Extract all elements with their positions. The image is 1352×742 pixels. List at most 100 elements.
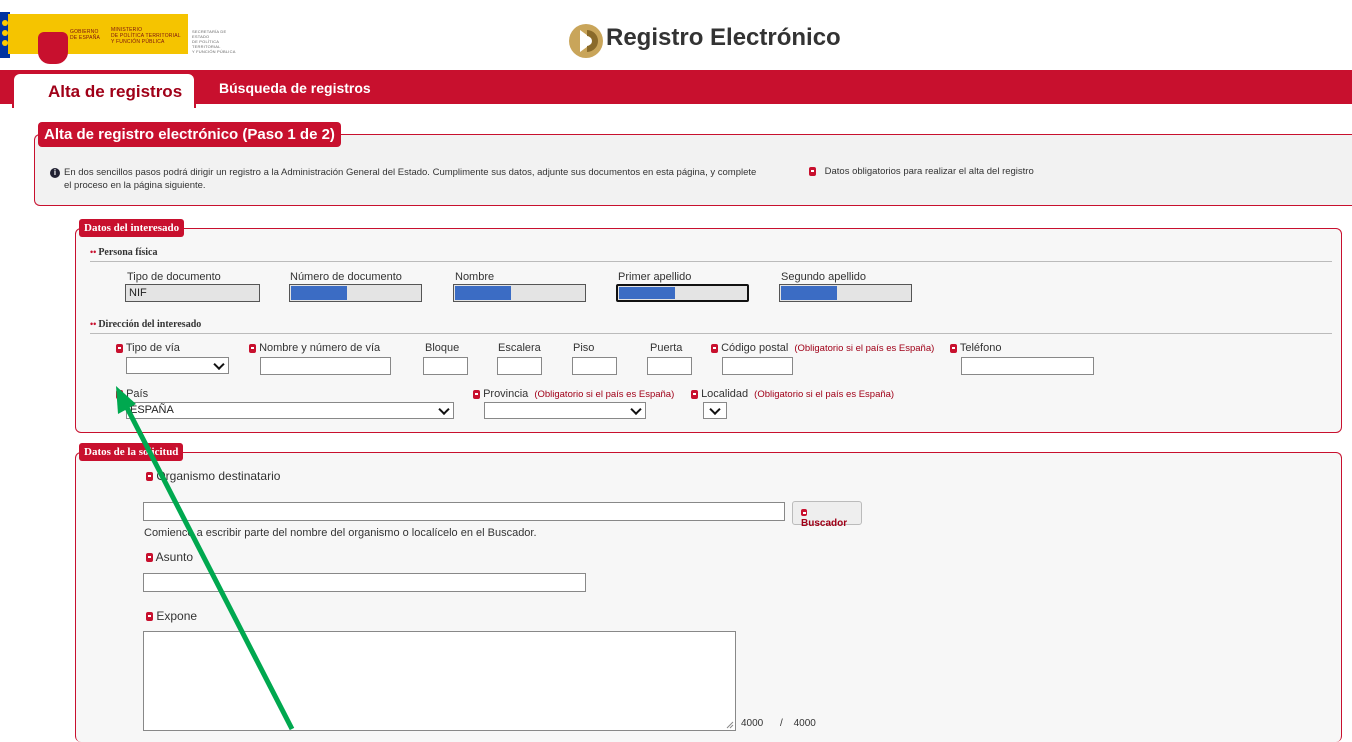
chevron-down-icon — [438, 403, 450, 415]
government-logo: GOBIERNO DE ESPAÑA MINISTERIO DE POLÍTIC… — [0, 0, 240, 64]
required-icon — [473, 389, 480, 399]
bloque-label: Bloque — [425, 342, 460, 354]
nombre-field[interactable] — [453, 284, 586, 302]
required-icon — [809, 166, 816, 176]
panel-interesado-title: Datos del interesado — [79, 219, 185, 237]
secretary-text: SECRETARÍA DE ESTADO DE POLÍTICA TERRITO… — [192, 29, 240, 54]
divider — [90, 261, 1332, 262]
persona-fisica-heading: •• Persona física — [90, 247, 158, 258]
organismo-text: Organismo destinatario — [156, 469, 281, 483]
provincia-select[interactable] — [484, 402, 646, 419]
info-line-2: el proceso en la página siguiente. — [64, 180, 206, 191]
pais-text: País — [126, 388, 149, 400]
piso-input[interactable] — [572, 357, 617, 375]
nombre-via-text: Nombre y número de vía — [259, 342, 381, 354]
secretary-line-1: SECRETARÍA DE ESTADO — [192, 29, 227, 39]
localidad-label: Localidad (Obligatorio si el país es Espa… — [691, 388, 894, 400]
required-icon — [116, 389, 123, 399]
required-icon — [146, 472, 153, 482]
pais-value: ESPAÑA — [130, 404, 174, 416]
segundo-apellido-field[interactable] — [779, 284, 912, 302]
gov-text: GOBIERNO DE ESPAÑA — [70, 29, 100, 41]
nombre-via-input[interactable] — [260, 357, 391, 375]
secretary-line-3: Y FUNCIÓN PÚBLICA — [192, 49, 236, 54]
main-navbar — [0, 70, 1352, 104]
telefono-input[interactable] — [961, 357, 1094, 375]
counter-separator: / — [780, 718, 783, 729]
chevron-down-icon — [630, 403, 642, 415]
localidad-select[interactable] — [703, 402, 727, 419]
expone-textarea[interactable] — [143, 631, 736, 731]
buscador-label: Buscador — [801, 518, 848, 529]
expone-text: Expone — [156, 609, 198, 623]
primer-apellido-field[interactable] — [616, 284, 749, 302]
telefono-label: Teléfono — [950, 342, 1001, 354]
expone-label: Expone — [146, 609, 197, 623]
direccion-label: Dirección del interesado — [98, 319, 202, 330]
required-icon — [146, 553, 153, 563]
codigo-postal-text: Código postal — [721, 342, 789, 354]
tab-busqueda-registros[interactable]: Búsqueda de registros — [219, 80, 371, 96]
persona-fisica-label: Persona física — [98, 247, 158, 258]
registro-logo-icon — [569, 24, 603, 58]
bloque-input[interactable] — [423, 357, 468, 375]
asunto-input[interactable] — [143, 573, 586, 592]
gov-line-2: DE ESPAÑA — [70, 35, 101, 41]
codigo-postal-input[interactable] — [722, 357, 793, 375]
counter-total: 4000 — [793, 718, 816, 729]
required-icon — [249, 343, 256, 353]
pais-select[interactable]: ESPAÑA — [126, 402, 454, 419]
gobierno-espana-block: GOBIERNO DE ESPAÑA MINISTERIO DE POLÍTIC… — [8, 14, 188, 64]
numero-documento-field[interactable] — [289, 284, 422, 302]
tipo-documento-field[interactable]: NIF — [125, 284, 260, 302]
escalera-input[interactable] — [497, 357, 542, 375]
info-line-1: En dos sencillos pasos podrá dirigir un … — [64, 167, 757, 178]
search-marker-icon — [801, 508, 807, 516]
tipo-via-text: Tipo de vía — [125, 342, 180, 354]
escalera-label: Escalera — [498, 342, 541, 354]
required-legend-text: Datos obligatorios para realizar el alta… — [824, 166, 1034, 177]
primer-apellido-label: Primer apellido — [618, 271, 692, 283]
organismo-help: Comience a escribir parte del nombre del… — [144, 527, 537, 539]
required-icon — [116, 343, 123, 353]
chevron-down-icon — [709, 403, 721, 415]
organismo-label: Organismo destinatario — [146, 469, 280, 483]
tipo-via-label: Tipo de vía — [116, 342, 180, 354]
nombre-label: Nombre — [455, 271, 495, 283]
resize-handle-icon[interactable] — [726, 721, 734, 729]
required-icon — [711, 343, 718, 353]
ministry-text: MINISTERIO DE POLÍTICA TERRITORIAL Y FUN… — [111, 27, 181, 45]
divider — [90, 333, 1332, 334]
numero-documento-label: Número de documento — [290, 271, 402, 283]
section-title: Alta de registro electrónico (Paso 1 de … — [38, 122, 341, 147]
info-icon: i — [50, 168, 60, 178]
provincia-text: Provincia — [483, 388, 529, 400]
nombre-via-label: Nombre y número de vía — [249, 342, 380, 354]
pais-label: País — [116, 388, 148, 400]
info-message: i En dos sencillos pasos podrá dirigir un… — [50, 166, 810, 192]
coat-of-arms-icon — [38, 32, 68, 64]
localidad-text: Localidad — [701, 388, 749, 400]
ministry-line-3: Y FUNCIÓN PÚBLICA — [111, 39, 165, 45]
char-counter: 4000 / 4000 — [741, 718, 816, 729]
provincia-label: Provincia (Obligatorio si el país es Espa… — [473, 388, 674, 400]
tab-alta-registros-label: Alta de registros — [48, 82, 183, 101]
asunto-text: Asunto — [155, 550, 194, 564]
secretary-block: SECRETARÍA DE ESTADO DE POLÍTICA TERRITO… — [190, 14, 240, 54]
required-icon — [950, 343, 957, 353]
direccion-heading: •• Dirección del interesado — [90, 319, 202, 330]
telefono-text: Teléfono — [959, 342, 1002, 354]
tipo-via-select[interactable] — [126, 357, 229, 374]
puerta-label: Puerta — [650, 342, 683, 354]
asunto-label: Asunto — [146, 550, 193, 564]
required-icon — [146, 612, 153, 622]
puerta-input[interactable] — [647, 357, 692, 375]
required-legend: Datos obligatorios para realizar el alta… — [809, 166, 1034, 177]
organismo-input[interactable] — [143, 502, 785, 521]
buscador-button[interactable]: Buscador — [792, 501, 862, 529]
piso-label: Piso — [573, 342, 595, 354]
secretary-line-2: DE POLÍTICA TERRITORIAL — [192, 39, 221, 49]
codigo-postal-label: Código postal (Obligatorio si el país es … — [711, 342, 934, 354]
tab-alta-registros[interactable]: Alta de registros — [12, 72, 196, 108]
codigo-postal-hint: (Obligatorio si el país es España) — [794, 343, 935, 354]
